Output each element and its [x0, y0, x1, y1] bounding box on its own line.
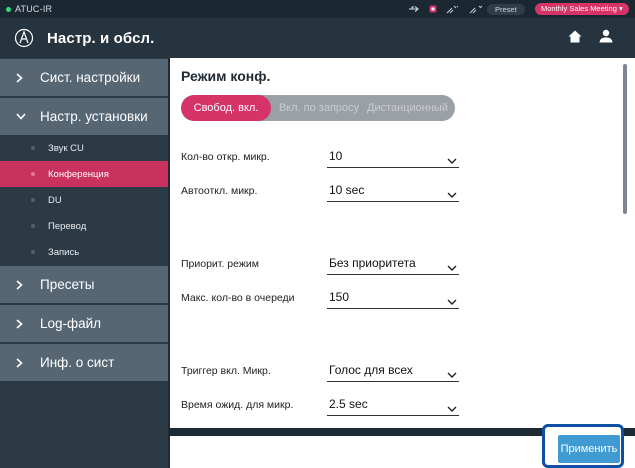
sidebar-subitem-cu-sound[interactable]: Звук CU [0, 135, 168, 161]
sidebar-item-log-file[interactable]: Log-файл [0, 305, 168, 342]
mode-remote-button[interactable]: Дистанционный [367, 95, 455, 121]
bullet-icon [31, 224, 35, 228]
sidebar-item-system-settings[interactable]: Сист. настройки [0, 59, 168, 96]
meeting-name: Monthly Sales Meeting [541, 4, 617, 13]
bullet-icon [31, 198, 35, 202]
field-label: Триггер вкл. Микр. [181, 365, 271, 377]
sidebar-item-system-info[interactable]: Инф. о сист [0, 344, 168, 381]
mic-trigger-select[interactable]: Голос для всех [327, 360, 459, 382]
user-icon[interactable] [599, 29, 613, 48]
select-value: 10 [329, 149, 343, 163]
sidebar-item-label: Настр. установки [40, 109, 148, 124]
sidebar-subitem-conference[interactable]: Конференция [0, 161, 168, 187]
queue-max-row: Макс. кол-во в очереди 150 [181, 287, 461, 311]
field-label: Макс. кол-во в очереди [181, 292, 295, 304]
open-mics-row: Кол-во откр. микр. 10 [181, 146, 461, 170]
auto-off-row: Автооткл. микр. 10 sec [181, 180, 461, 204]
bullet-icon [31, 250, 35, 254]
meeting-selector[interactable]: Monthly Sales Meeting ▾ [535, 3, 629, 15]
record-icon [429, 5, 437, 13]
select-value: Без приоритета [329, 256, 416, 270]
chevron-down-icon [447, 152, 457, 170]
title-bar: Настр. и обсл. [0, 18, 635, 58]
section-title: Режим конф. [181, 68, 271, 84]
auto-off-select[interactable]: 10 sec [327, 180, 459, 202]
sidebar-subitem-label: DU [48, 194, 62, 206]
chevron-down-icon [0, 113, 40, 120]
chevron-down-icon [447, 186, 457, 204]
sidebar-subitem-translation[interactable]: Перевод [0, 213, 168, 239]
open-mics-select[interactable]: 10 [327, 146, 459, 168]
queue-max-select[interactable]: 150 [327, 287, 459, 309]
chevron-right-icon [0, 318, 40, 329]
mode-free-on-button[interactable]: Свобод. вкл. [181, 95, 271, 121]
device-name: ATUC-IR [15, 4, 53, 14]
home-icon[interactable] [568, 30, 582, 48]
sidebar-item-label: Инф. о сист [40, 355, 115, 370]
conference-mode-panel: Режим конф. Свобод. вкл. Вкл. по запросу… [170, 58, 627, 428]
select-value: Голос для всех [329, 363, 413, 377]
page-title: Настр. и обсл. [47, 29, 155, 47]
sidebar-subitem-du[interactable]: DU [0, 187, 168, 213]
priority-mode-row: Приорит. режим Без приоритета [181, 253, 461, 277]
scrollbar-track[interactable] [627, 58, 635, 428]
mic-wait-time-select[interactable]: 2.5 sec [327, 394, 459, 416]
wireless-in-icon [469, 5, 483, 13]
sidebar-subitem-label: Конференция [48, 168, 109, 180]
bullet-icon [31, 146, 35, 150]
chevron-down-icon [447, 293, 457, 311]
select-value: 10 sec [329, 183, 365, 197]
brand-logo-icon [13, 27, 35, 49]
chevron-down-icon [447, 259, 457, 277]
sidebar-subitem-label: Перевод [48, 220, 87, 232]
sidebar-subitem-recording[interactable]: Запись [0, 239, 168, 265]
select-value: 150 [329, 290, 350, 304]
field-label: Автооткл. микр. [181, 185, 258, 197]
field-label: Приорит. режим [181, 258, 259, 270]
apply-button[interactable]: Применить [558, 435, 620, 463]
mic-trigger-row: Триггер вкл. Микр. Голос для всех [181, 360, 461, 384]
sidebar-item-installation-settings[interactable]: Настр. установки [0, 98, 168, 135]
select-value: 2.5 sec [329, 397, 368, 411]
field-label: Кол-во откр. микр. [181, 151, 270, 163]
bullet-icon [31, 172, 35, 176]
mode-segmented-control: Свобод. вкл. Вкл. по запросу Дистанционн… [181, 95, 455, 121]
sidebar-item-label: Log-файл [40, 316, 102, 331]
usb-icon [409, 6, 419, 12]
chevron-right-icon [0, 72, 40, 83]
chevron-right-icon [0, 357, 40, 368]
scrollbar-thumb[interactable] [623, 64, 627, 214]
preset-label: Preset [487, 4, 525, 15]
chevron-down-icon [447, 400, 457, 418]
sidebar-item-label: Пресеты [40, 277, 95, 292]
online-status-icon [6, 6, 11, 12]
chevron-down-icon [447, 366, 457, 384]
sidebar-subitem-label: Звук CU [48, 142, 84, 154]
sidebar: Сист. настройки Настр. установки Звук CU… [0, 58, 168, 468]
sidebar-item-label: Сист. настройки [40, 70, 141, 85]
sidebar-subitem-label: Запись [48, 246, 80, 258]
sidebar-item-presets[interactable]: Пресеты [0, 266, 168, 303]
priority-mode-select[interactable]: Без приоритета [327, 253, 459, 275]
field-label: Время ожид. для микр. [181, 399, 294, 411]
mic-wait-time-row: Время ожид. для микр. 2.5 sec [181, 394, 461, 418]
chevron-right-icon [0, 279, 40, 290]
mode-on-request-button[interactable]: Вкл. по запросу [271, 95, 367, 121]
wireless-out-icon [446, 5, 459, 13]
